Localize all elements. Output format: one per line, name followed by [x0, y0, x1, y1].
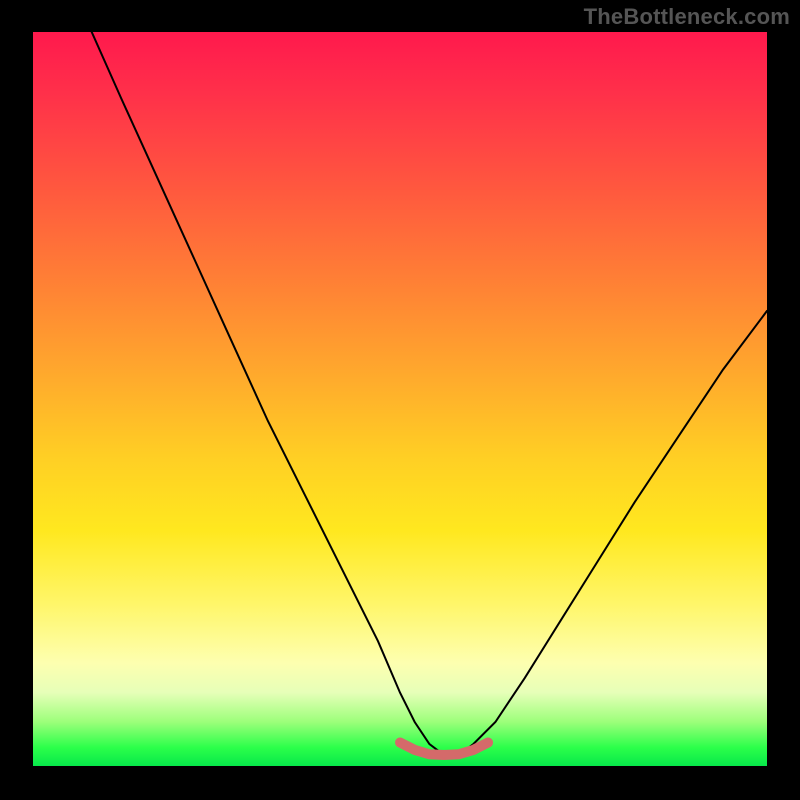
- bottleneck-curve: [92, 32, 767, 755]
- curve-layer: [33, 32, 767, 766]
- plot-area: [33, 32, 767, 766]
- chart-frame: TheBottleneck.com: [0, 0, 800, 800]
- watermark-text: TheBottleneck.com: [584, 4, 790, 30]
- optimal-band: [400, 743, 488, 756]
